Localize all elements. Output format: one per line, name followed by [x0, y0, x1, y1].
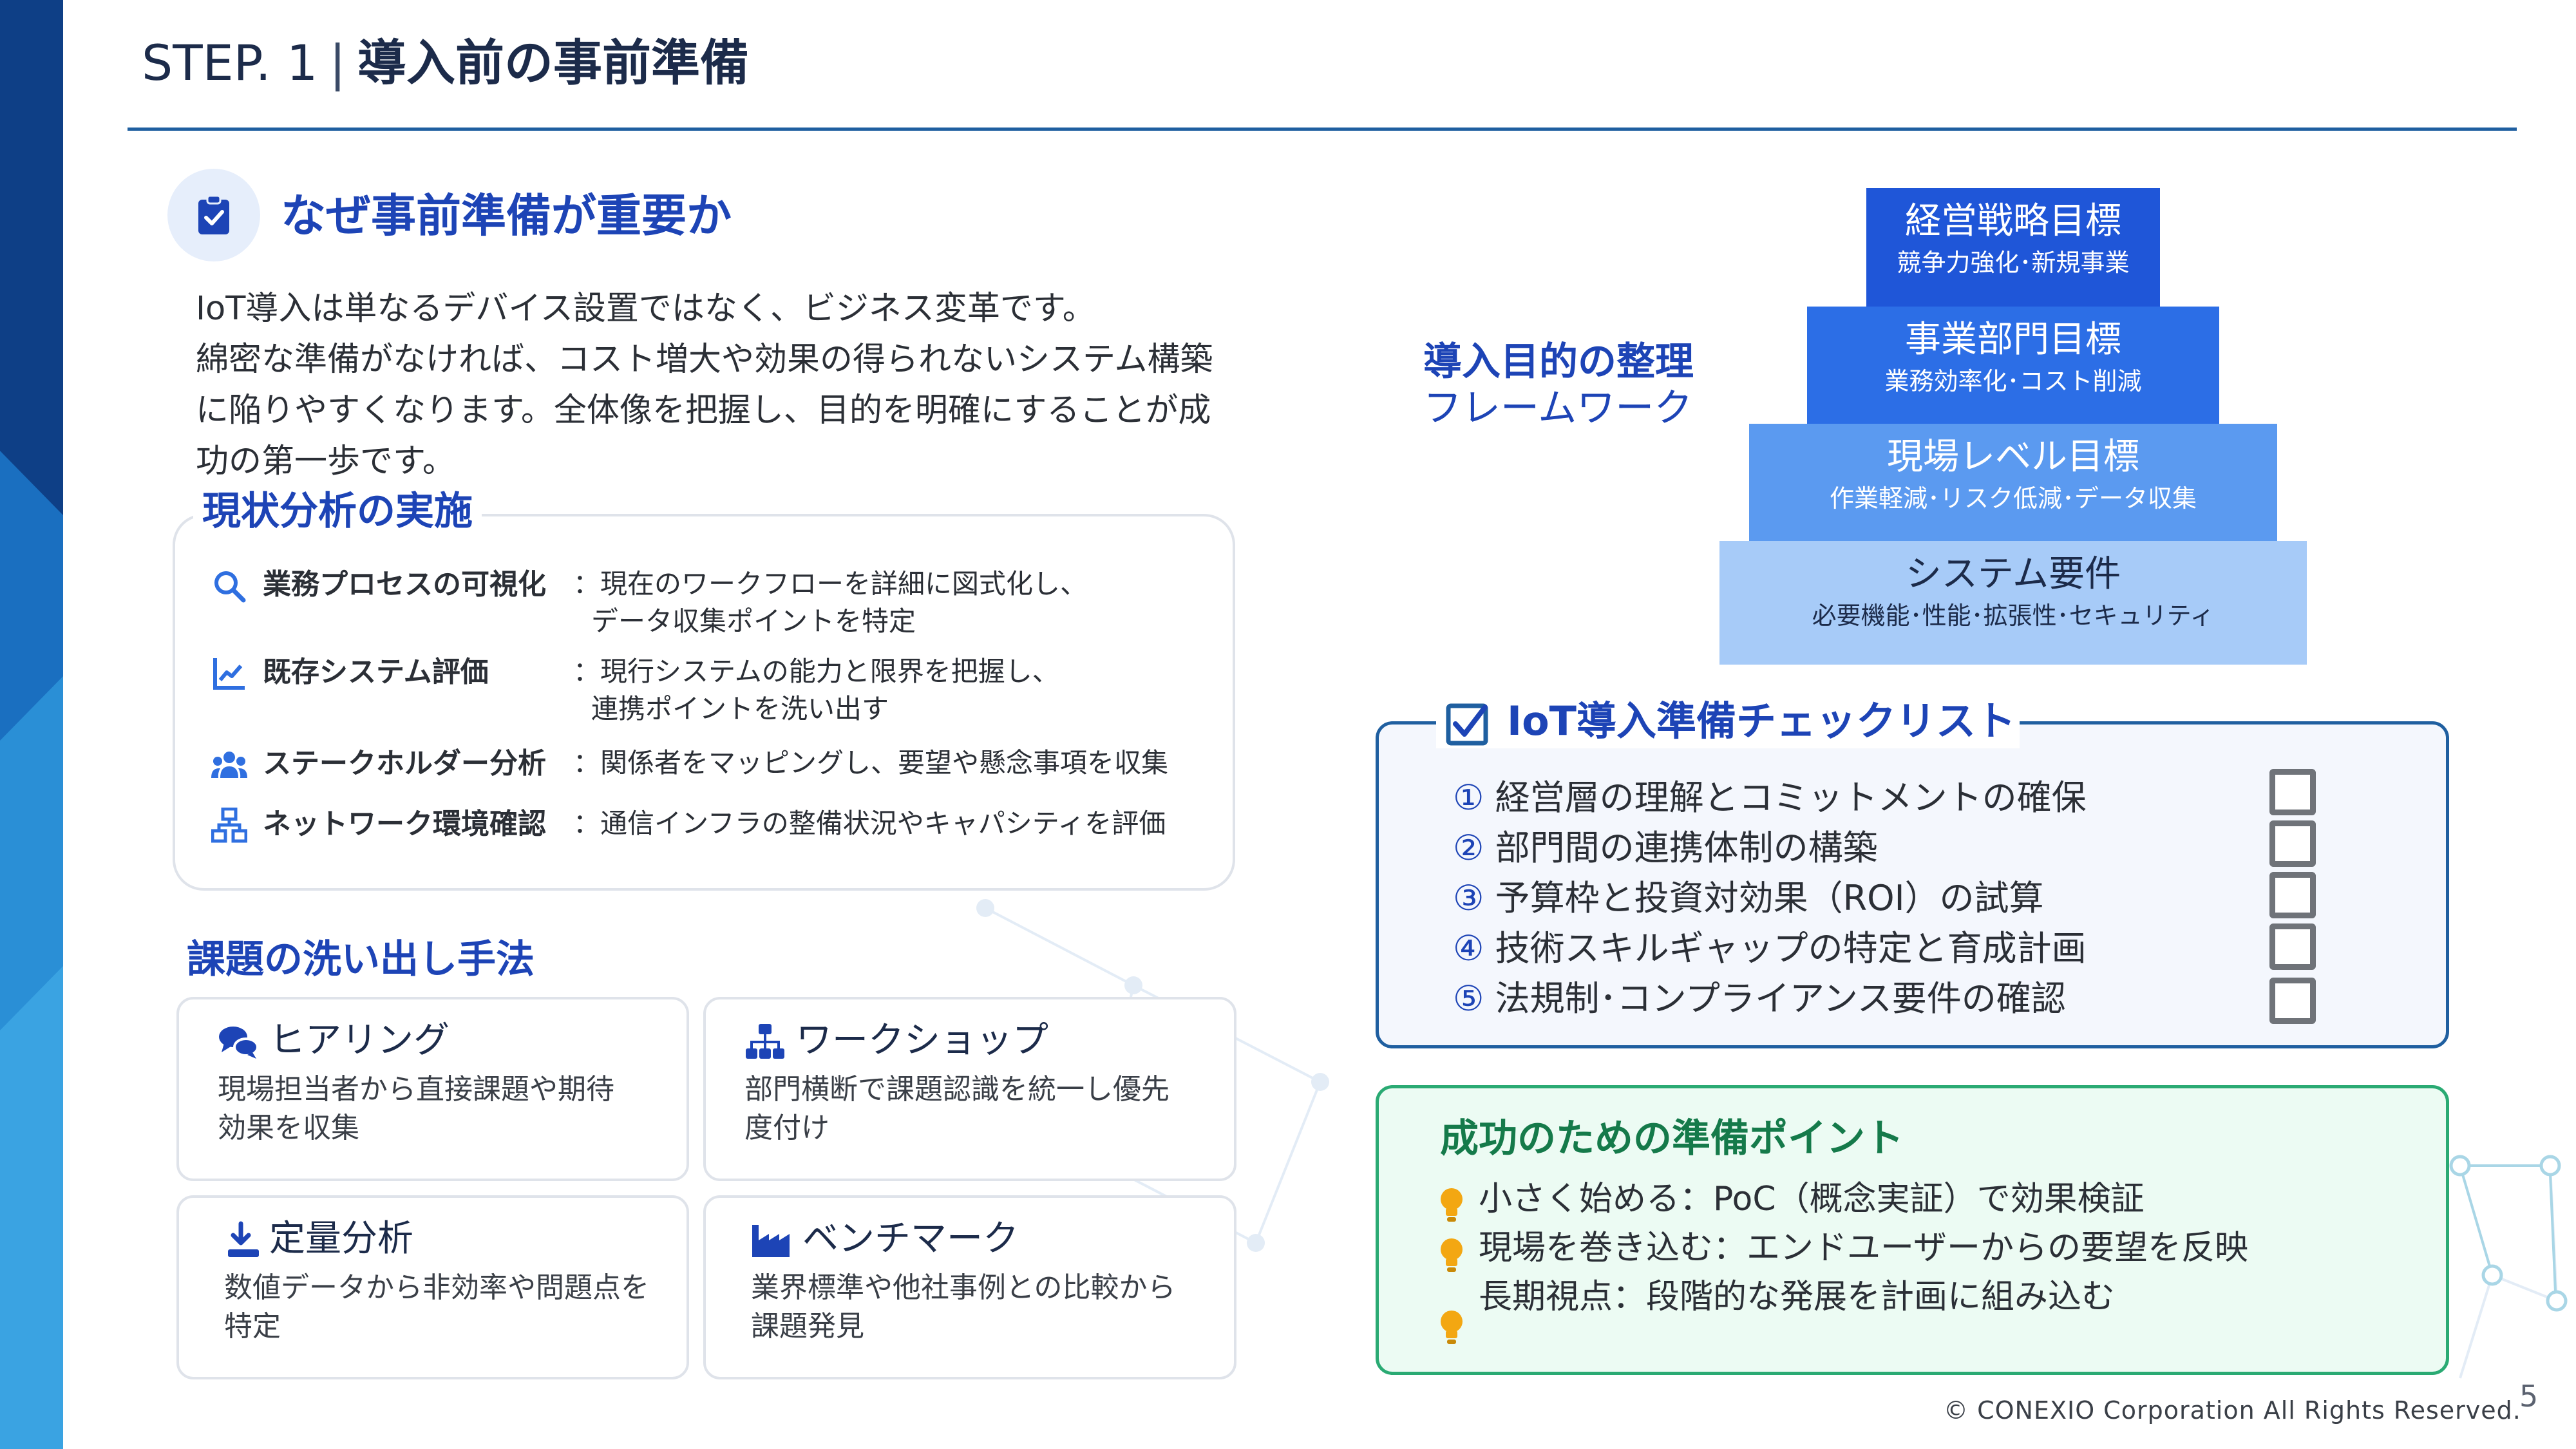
lightbulb-icon: [1441, 1238, 1463, 1272]
method-card-line: 特定: [224, 1310, 281, 1343]
industry-icon: [752, 1225, 790, 1257]
analysis-panel-title: 現状分析の実施: [193, 484, 482, 538]
pyramid-tier-sub: 業務効率化･コスト削減: [1884, 367, 2142, 395]
pyramid-label-sub: フレームワーク: [1423, 386, 1693, 431]
title-separator: |: [329, 34, 346, 91]
success-points-title: 成功のための準備ポイント: [1440, 1116, 1904, 1161]
checklist-item: ③ 予算枠と投資対効果（ROI）の試算: [1453, 875, 2044, 922]
users-icon: [211, 752, 247, 778]
issues-section-title: 課題の洗い出し手法: [187, 937, 535, 982]
download-icon: [228, 1221, 259, 1257]
method-card-line: 部門横断で課題認識を統一し優先: [744, 1073, 1170, 1106]
method-card-line: 度付け: [744, 1112, 829, 1144]
checklist-item-number: ②: [1453, 828, 1484, 868]
method-card-quantitative: 定量分析 数値データから非効率や問題点を 特定: [176, 1195, 689, 1379]
analysis-item-label: 業務プロセスの可視化: [263, 568, 546, 601]
checkbox-checked-icon: [1446, 703, 1488, 746]
pyramid-tier: システム要件 必要機能･性能･拡張性･セキュリティ: [1719, 541, 2307, 665]
checklist-item: ⑤ 法規制･コンプライアンス要件の確認: [1453, 975, 2066, 1023]
analysis-item-desc: ：通信インフラの整備状況やキャパシティを評価: [573, 808, 1166, 839]
success-point: 小さく始める：PoC（概念実証）で効果検証: [1479, 1180, 2145, 1218]
line-chart-icon: [213, 658, 245, 690]
sitemap-icon: [746, 1024, 784, 1059]
method-card-body: 部門横断で課題認識を統一し優先 度付け: [744, 1070, 1170, 1148]
method-card-line: 数値データから非効率や問題点を: [224, 1271, 649, 1304]
checklist-item: ④ 技術スキルギャップの特定と育成計画: [1453, 925, 2087, 972]
checklist-checkbox[interactable]: [2269, 923, 2316, 970]
analysis-item-label: 既存システム評価: [263, 656, 489, 688]
pyramid-tier-sub: 必要機能･性能･拡張性･セキュリティ: [1812, 601, 2215, 630]
page-number: 5: [2519, 1379, 2539, 1414]
checklist-checkbox[interactable]: [2269, 872, 2316, 918]
method-card-line: 効果を収集: [218, 1112, 359, 1144]
checklist-item: ① 経営層の理解とコミットメントの確保: [1453, 774, 2087, 822]
method-card-title: ヒアリング: [269, 1019, 450, 1061]
checklist-item-text: 予算枠と投資対効果（ROI）の試算: [1495, 878, 2044, 918]
method-card-body: 数値データから非効率や問題点を 特定: [224, 1269, 649, 1346]
left-accent-band: [0, 0, 63, 1449]
pyramid-tier-title: 事業部門目標: [1905, 319, 2121, 361]
lightbulb-icon: [1441, 1188, 1463, 1222]
checklist-item-text: 経営層の理解とコミットメントの確保: [1495, 777, 2087, 818]
lightbulb-icon: [1441, 1311, 1463, 1344]
checklist-item-text: 技術スキルギャップの特定と育成計画: [1495, 928, 2087, 969]
method-card-line: 現場担当者から直接課題や期待: [218, 1073, 614, 1106]
checklist-checkbox[interactable]: [2269, 978, 2316, 1024]
analysis-item-desc-cont: データ収集ポイントを特定: [591, 605, 916, 637]
method-card-title: ベンチマーク: [802, 1218, 1019, 1260]
pyramid-tier: 事業部門目標 業務効率化･コスト削減: [1807, 307, 2219, 424]
header-divider: [128, 128, 2517, 131]
page-heading: 導入前の事前準備: [357, 34, 749, 91]
checklist-item-number: ④: [1453, 928, 1484, 969]
pyramid-tier-title: システム要件: [1905, 553, 2121, 595]
method-card-line: 業界標準や他社事例との比較から: [751, 1271, 1176, 1304]
clipboard-check-icon: [167, 169, 260, 261]
why-line: IoT導入は単なるデバイス設置ではなく、ビジネス変革です。: [196, 290, 1095, 328]
checklist-title: IoT導入準備チェックリスト: [1436, 694, 2020, 748]
why-line: 綿密な準備がなければ、コスト増大や効果の得られないシステム構築: [196, 341, 1213, 379]
why-section-body: IoT導入は単なるデバイス設置ではなく、ビジネス変革です。 綿密な準備がなければ…: [196, 283, 1213, 487]
method-card-body: 業界標準や他社事例との比較から 課題発見: [751, 1269, 1176, 1346]
pyramid-tier: 経営戦略目標 競争力強化･新規事業: [1866, 188, 2160, 307]
checklist-checkbox[interactable]: [2269, 769, 2316, 815]
pyramid-tier-title: 経営戦略目標: [1905, 200, 2121, 242]
why-line: 功の第一歩です。: [196, 442, 455, 480]
analysis-item-desc: ：関係者をマッピングし、要望や懸念事項を収集: [573, 747, 1169, 779]
method-card-benchmark: ベンチマーク 業界標準や他社事例との比較から 課題発見: [703, 1195, 1236, 1379]
checklist-item-text: 部門間の連携体制の構築: [1495, 828, 1878, 868]
method-card-hearing: ヒアリング 現場担当者から直接課題や期待 効果を収集: [176, 997, 689, 1181]
method-card-title: ワークショップ: [796, 1019, 1048, 1061]
checklist-item-number: ①: [1453, 777, 1484, 818]
page-title: STEP. 1 | 導入前の事前準備: [142, 31, 749, 95]
checklist-item-number: ③: [1453, 878, 1484, 918]
checklist-item-number: ⑤: [1453, 978, 1484, 1019]
chat-bubbles-icon: [219, 1027, 259, 1059]
method-card-title: 定量分析: [269, 1218, 413, 1260]
analysis-item-desc: ：現在のワークフローを詳細に図式化し、: [573, 568, 1088, 600]
pyramid-tier-sub: 作業軽減･リスク低減･データ収集: [1829, 484, 2197, 513]
why-line: に陥りやすくなります。全体像を把握し、目的を明確にすることが成: [196, 392, 1211, 430]
copyright: © CONEXIO Corporation All Rights Reserve…: [1944, 1396, 2521, 1425]
analysis-item-desc-cont: 連携ポイントを洗い出す: [591, 693, 889, 724]
why-section-title: なぜ事前準備が重要か: [281, 189, 732, 242]
search-icon: [214, 571, 246, 603]
step-label: STEP. 1: [142, 34, 318, 91]
pyramid-tier-title: 現場レベル目標: [1887, 436, 2139, 478]
analysis-item-desc: ：現行システムの能力と限界を把握し、: [573, 656, 1059, 687]
method-card-workshop: ワークショップ 部門横断で課題認識を統一し優先 度付け: [703, 997, 1236, 1181]
analysis-item-label: ステークホルダー分析: [263, 747, 546, 780]
checklist-item: ② 部門間の連携体制の構築: [1453, 824, 1878, 872]
success-point: 長期視点：段階的な発展を計画に組み込む: [1479, 1278, 2116, 1316]
checklist-checkbox[interactable]: [2269, 820, 2316, 867]
method-card-body: 現場担当者から直接課題や期待 効果を収集: [218, 1070, 614, 1148]
checklist-item-text: 法規制･コンプライアンス要件の確認: [1495, 978, 2066, 1019]
success-point: 現場を巻き込む：エンドユーザーからの要望を反映: [1479, 1229, 2248, 1267]
pyramid-tier-sub: 競争力強化･新規事業: [1897, 249, 2130, 277]
network-icon: [211, 808, 247, 843]
pyramid-tier: 現場レベル目標 作業軽減･リスク低減･データ収集: [1749, 424, 2277, 541]
method-card-line: 課題発見: [751, 1310, 864, 1343]
analysis-item-label: ネットワーク環境確認: [263, 808, 546, 840]
pyramid-label: 導入目的の整理: [1423, 339, 1694, 384]
